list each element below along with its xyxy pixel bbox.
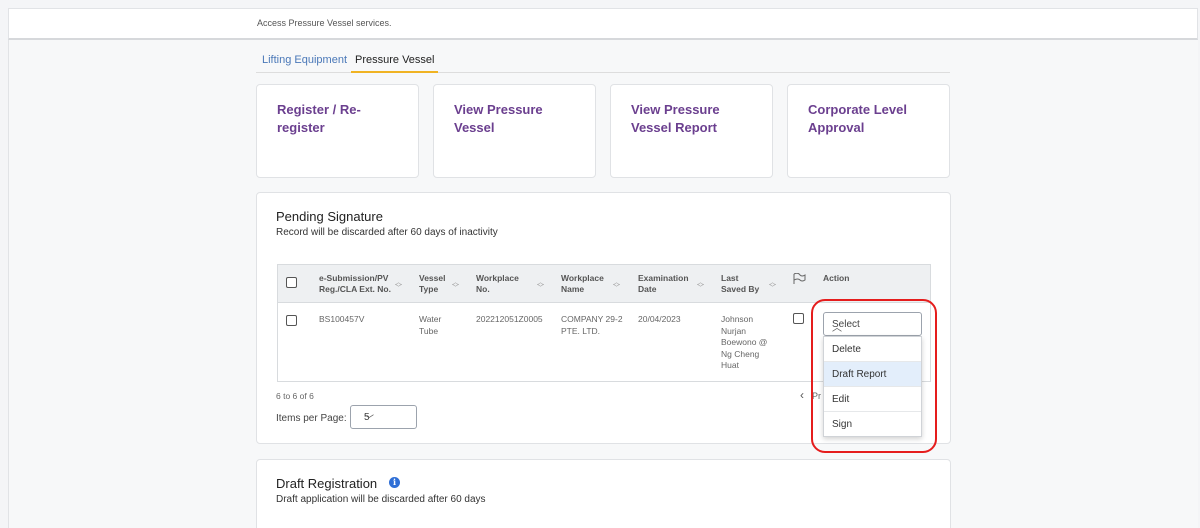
cell-vessel-type-line2: Tube (419, 325, 439, 336)
card-register-label-1: Register / Re- (277, 102, 361, 117)
cell-last-saved-by: Johnson Nurjan Boewono @ Ng Cheng Huat (721, 314, 767, 372)
table-header: e-Submission/PV Reg./CLA Ext. No. ︿ ﹀ Ves… (278, 265, 930, 303)
card-view-pv-label-1: View Pressure (454, 102, 543, 117)
saved-by-line: Ng Cheng (721, 348, 760, 359)
cell-workplace-name-line2: PTE. LTD. (561, 325, 601, 336)
col-workplace-no[interactable]: Workplace No. (476, 273, 519, 295)
cell-exam-date: 20/04/2023 (638, 314, 681, 324)
card-register-label-2: register (277, 120, 325, 135)
col-exam-date-line1: Examination (638, 273, 689, 283)
row-checkbox[interactable] (286, 315, 297, 326)
sort-icon[interactable]: ︿ ﹀ (769, 279, 776, 292)
col-vessel-type-line1: Vessel (419, 273, 446, 283)
row-flag-checkbox[interactable] (793, 313, 804, 324)
col-action: Action (823, 273, 850, 283)
page-header-bar: Access Pressure Vessel services. (8, 8, 1198, 40)
col-vessel-type-line2: Type (419, 284, 439, 294)
annotation-highlight-box (811, 299, 937, 453)
col-workplace-no-line2: No. (476, 284, 490, 294)
col-examination-date[interactable]: Examination Date (638, 273, 689, 295)
items-per-page-select[interactable]: 5 ﹀ (350, 405, 417, 429)
flag-icon (793, 273, 806, 284)
sort-icon[interactable]: ︿ ﹀ (697, 279, 704, 292)
col-last-saved-line2: Saved By (721, 284, 760, 294)
col-exam-date-line2: Date (638, 284, 657, 294)
service-tabs: Lifting Equipment Pressure Vessel (256, 50, 950, 73)
cell-workplace-name-line1: COMPANY 29-2 (561, 314, 623, 324)
cell-vessel-type-line1: Water (419, 314, 442, 324)
chevron-down-icon: ﹀ (364, 415, 374, 426)
sort-icon[interactable]: ︿ ﹀ (452, 279, 459, 292)
saved-by-line: Johnson (721, 314, 754, 324)
cell-vessel-type: Water Tube (419, 314, 441, 337)
card-register[interactable]: Register / Re- register (256, 84, 419, 178)
col-workplace-name[interactable]: Workplace Name (561, 273, 604, 295)
saved-by-line: Nurjan (721, 325, 747, 336)
col-workplace-name-line2: Name (561, 284, 585, 294)
card-view-pressure-vessel[interactable]: View Pressure Vessel (433, 84, 596, 178)
tab-lifting-equipment[interactable]: Lifting Equipment (262, 54, 347, 71)
sort-icon[interactable]: ︿ ﹀ (395, 279, 402, 292)
pending-signature-title: Pending Signature (276, 209, 383, 224)
col-submission-no-line1: e-Submission/PV (319, 273, 389, 283)
draft-registration-panel: Draft Registration Draft application wil… (256, 459, 951, 528)
page-subtitle: Access Pressure Vessel services. (257, 18, 392, 28)
col-workplace-no-line1: Workplace (476, 273, 519, 283)
card-corporate-label-2: Approval (808, 120, 865, 135)
cell-submission-no: BS100457V (319, 314, 365, 324)
col-vessel-type[interactable]: Vessel Type (419, 273, 445, 295)
saved-by-line: Huat (721, 360, 739, 370)
info-icon[interactable]: i (389, 477, 400, 488)
saved-by-line: Boewono @ (721, 337, 768, 347)
col-workplace-name-line1: Workplace (561, 273, 604, 283)
col-submission-no[interactable]: e-Submission/PV Reg./CLA Ext. No. (319, 273, 391, 295)
draft-registration-subtitle: Draft application will be discarded afte… (276, 494, 486, 505)
card-corporate-label-1: Corporate Level (808, 102, 907, 117)
card-corporate-approval[interactable]: Corporate Level Approval (787, 84, 950, 178)
pagination-range: 6 to 6 of 6 (276, 391, 314, 401)
col-last-saved-line1: Last (721, 273, 739, 283)
col-submission-no-line2: Reg./CLA Ext. No. (319, 284, 391, 294)
card-view-pv-label-2: Vessel (454, 120, 495, 135)
col-last-saved-by[interactable]: Last Saved By (721, 273, 759, 295)
pending-signature-subtitle: Record will be discarded after 60 days o… (276, 227, 498, 238)
sort-icon[interactable]: ︿ ﹀ (613, 279, 620, 292)
draft-registration-title: Draft Registration (276, 476, 378, 491)
chevron-left-icon[interactable]: ‹ (800, 388, 804, 402)
tab-pressure-vessel[interactable]: Pressure Vessel (351, 54, 439, 73)
card-view-report-label-1: View Pressure (631, 102, 720, 117)
card-view-pv-report[interactable]: View Pressure Vessel Report (610, 84, 773, 178)
cell-workplace-name: COMPANY 29-2 PTE. LTD. (561, 314, 623, 337)
items-per-page-label: Items per Page: (276, 413, 347, 424)
sort-icon[interactable]: ︿ ﹀ (537, 279, 544, 292)
card-view-report-label-2: Vessel Report (631, 120, 717, 135)
cell-workplace-no: 202212051Z0005 (476, 314, 543, 324)
select-all-checkbox[interactable] (286, 277, 297, 288)
